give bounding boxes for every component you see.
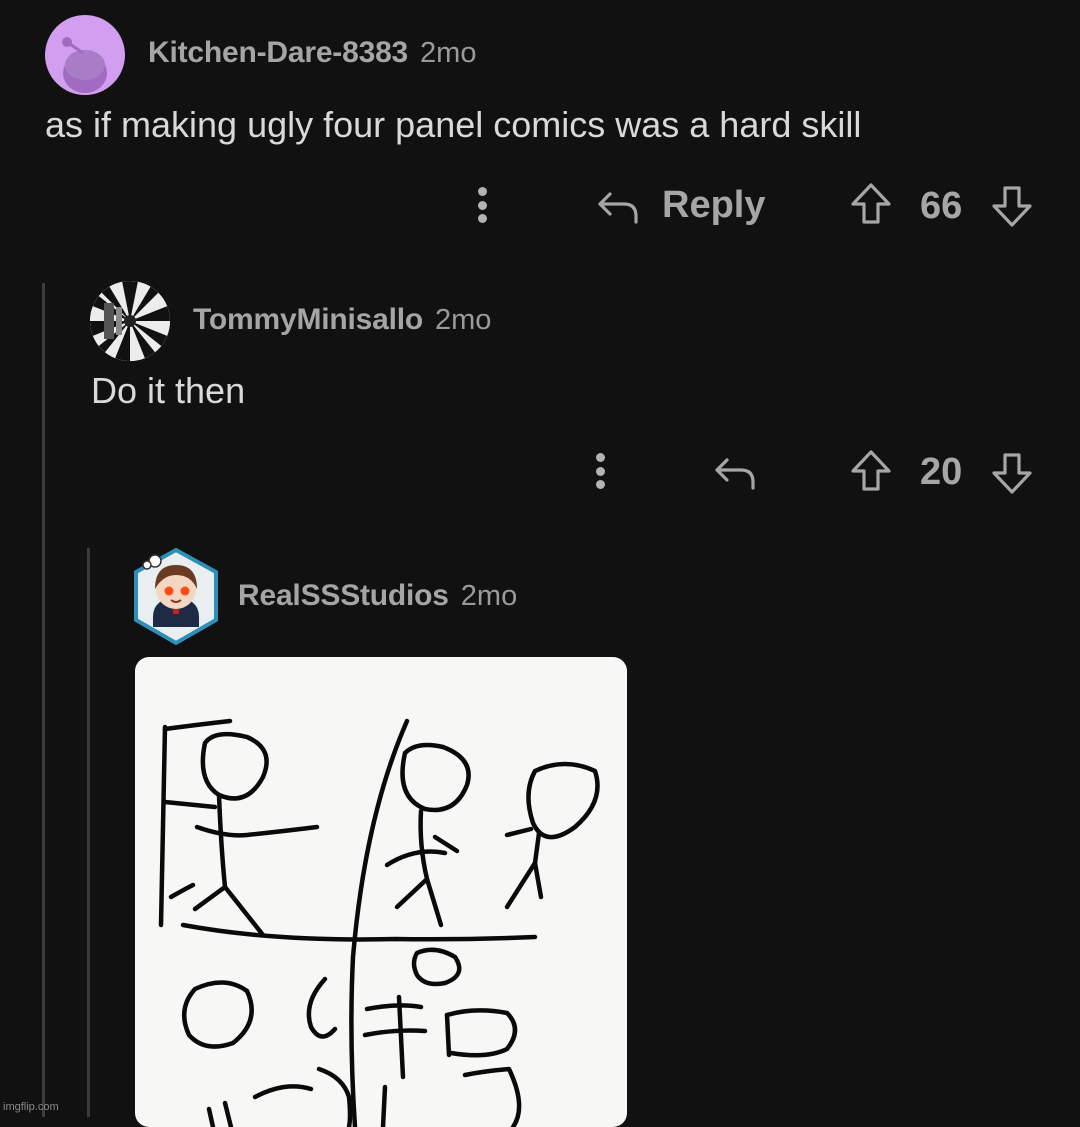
upvote-button[interactable]	[850, 182, 892, 228]
comment-author[interactable]: TommyMinisallo	[193, 303, 423, 336]
vote-score: 20	[920, 451, 963, 493]
spiral-avatar-icon	[90, 281, 170, 361]
vote-score: 66	[920, 185, 963, 227]
comment-image[interactable]	[135, 657, 627, 1127]
reply-label: Reply	[662, 184, 766, 226]
snoo-avatar-icon	[62, 37, 107, 93]
more-options-icon[interactable]	[478, 187, 488, 228]
upvote-button[interactable]	[850, 449, 892, 495]
comment-text: as if making ugly four panel comics was …	[45, 104, 862, 145]
downvote-arrow-icon	[992, 186, 1032, 227]
thread-line-level-1[interactable]	[42, 283, 45, 1117]
downvote-arrow-icon	[992, 453, 1032, 494]
comment-age: 2mo	[460, 580, 518, 612]
more-options-icon[interactable]	[596, 453, 606, 494]
reply-button[interactable]: Reply	[596, 184, 765, 227]
reply-icon	[715, 458, 755, 490]
comment-age: 2mo	[435, 304, 492, 336]
reply-icon	[598, 191, 638, 224]
upvote-arrow-icon	[851, 183, 891, 224]
avatar[interactable]	[45, 15, 125, 95]
comment-text: Do it then	[91, 370, 246, 411]
stick-figure-comic-drawing	[158, 718, 600, 1127]
nft-hexagon-avatar-icon	[134, 547, 218, 646]
upvote-arrow-icon	[851, 450, 891, 491]
downvote-button[interactable]	[991, 182, 1033, 228]
thread-line-level-2[interactable]	[87, 548, 90, 1117]
avatar[interactable]	[90, 281, 170, 361]
comment-author[interactable]: RealSSStudios	[238, 579, 449, 612]
comment-author[interactable]: Kitchen-Dare-8383	[148, 36, 408, 69]
comment-age: 2mo	[420, 37, 477, 69]
reply-button[interactable]	[713, 452, 757, 492]
avatar[interactable]	[131, 547, 221, 647]
downvote-button[interactable]	[991, 449, 1033, 495]
watermark: imgflip.com	[3, 1101, 59, 1113]
